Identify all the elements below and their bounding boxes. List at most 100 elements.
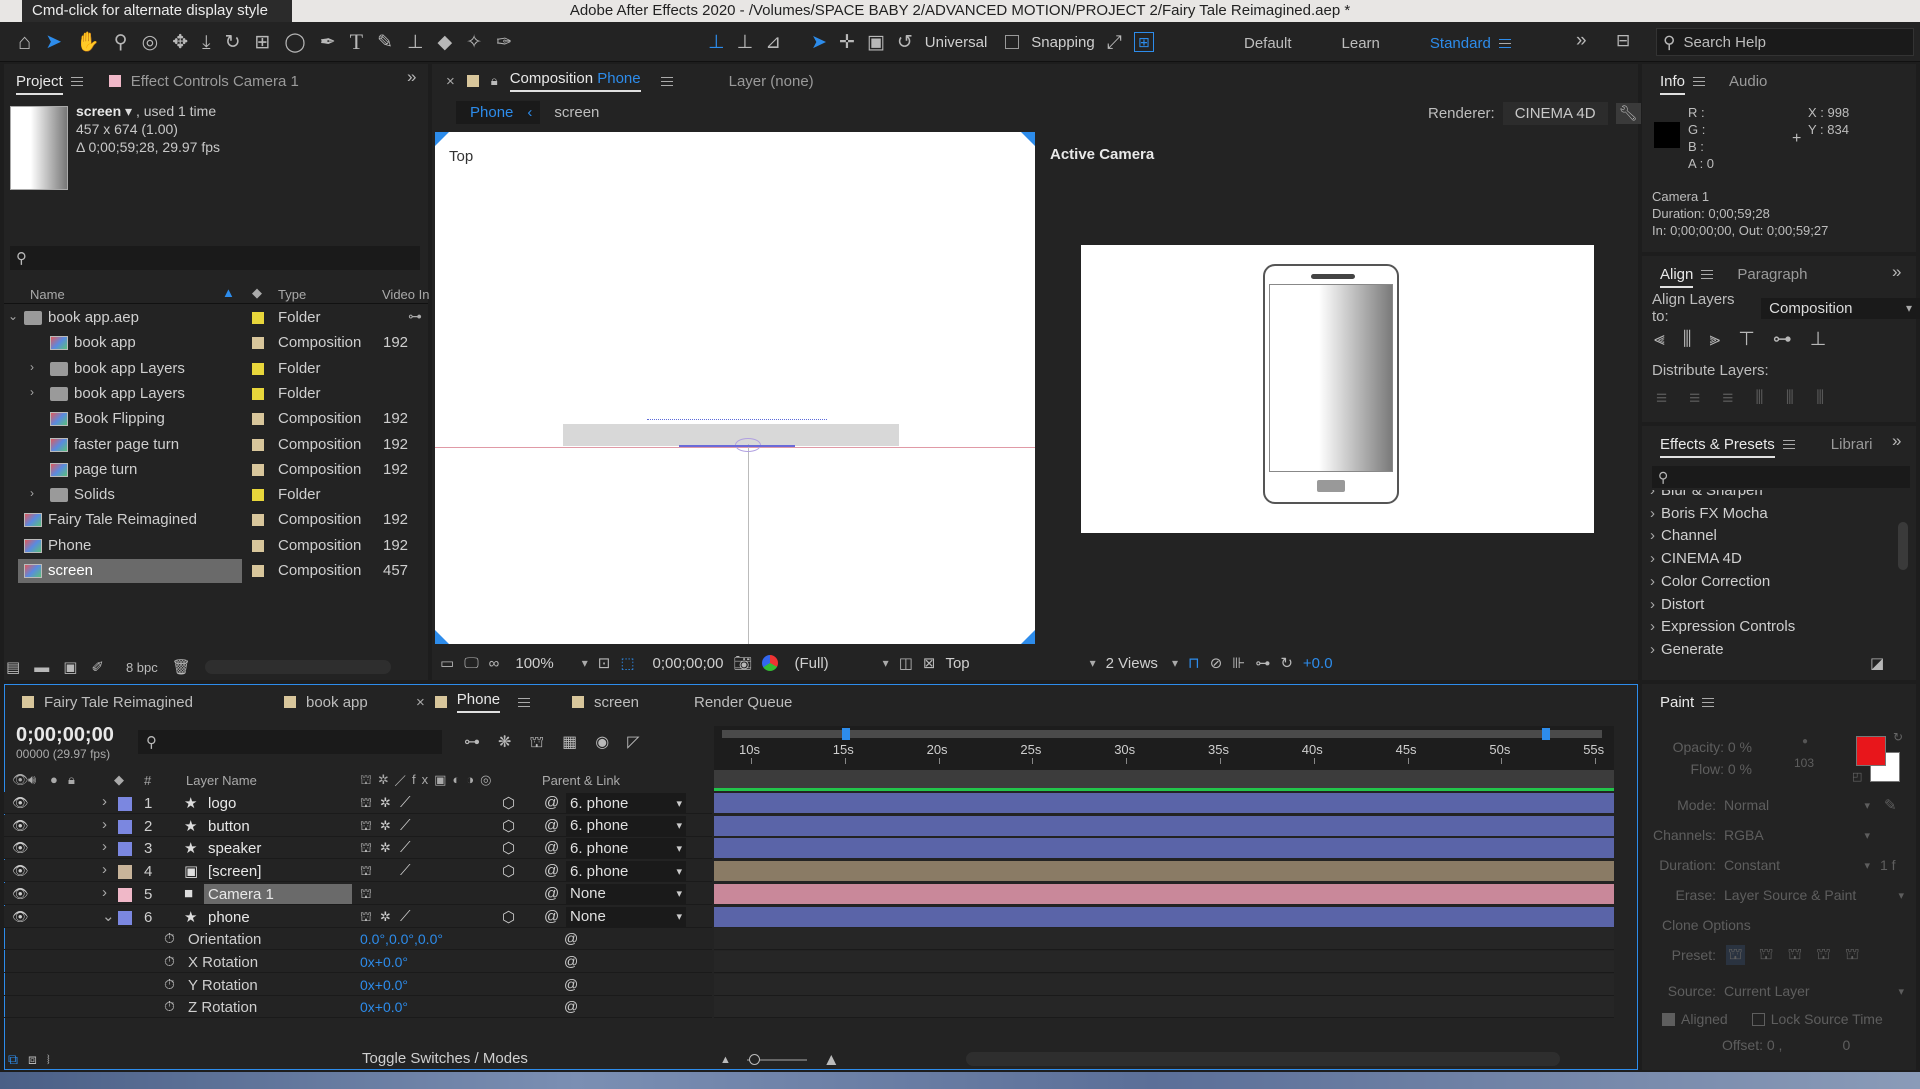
top-view-viewer[interactable]: Top	[435, 132, 1035, 644]
rotation-tool-icon[interactable]: ↻	[225, 33, 241, 52]
move-icon[interactable]: ✛	[839, 33, 855, 52]
align-top-icon[interactable]: ⊤	[1738, 330, 1755, 349]
local-axis-icon[interactable]: ⊥	[708, 33, 725, 52]
project-item[interactable]: Phone Composition 192	[4, 534, 428, 558]
layer-property-row[interactable]: ⏱︎ Orientation 0.0°,0.0°,0.0° @	[4, 928, 1640, 951]
foreground-color-swatch[interactable]	[1856, 736, 1886, 766]
tab-composition[interactable]: Composition Phone	[509, 70, 641, 92]
project-search[interactable]: ⚲	[10, 246, 420, 270]
search-help-box[interactable]: ⚲ Search Help	[1656, 28, 1914, 56]
distribute-top-icon[interactable]: ≡	[1656, 389, 1667, 408]
twirl-open-icon[interactable]: ⌄	[8, 309, 18, 323]
col-type[interactable]: Type	[278, 287, 306, 302]
project-menu-icon[interactable]	[70, 77, 83, 87]
paint-opacity[interactable]: Opacity: 0 %	[1666, 736, 1752, 758]
visibility-eye-icon[interactable]: 👁︎	[12, 818, 29, 834]
align-bottom-icon[interactable]: ⊥	[1810, 330, 1827, 349]
parent-dropdown[interactable]: None ▾	[566, 883, 686, 904]
label-color-swatch[interactable]	[252, 565, 264, 577]
stopwatch-icon[interactable]: ⏱︎	[164, 930, 175, 947]
tab-effect-controls[interactable]: Effect Controls Camera 1	[108, 73, 299, 90]
shy-switch-icon[interactable]: ⛫	[360, 840, 372, 858]
work-area-start[interactable]	[842, 728, 850, 740]
workspace-panel-icon[interactable]: ⊟	[1616, 32, 1630, 49]
effects-scrollbar[interactable]	[1898, 522, 1908, 570]
twirl-closed-icon[interactable]: ›	[102, 793, 107, 810]
3d-layer-icon[interactable]: ⬡	[502, 908, 515, 926]
shy-switch-icon[interactable]: ⛫	[360, 863, 372, 881]
snap-feature-icon[interactable]: ⤢	[1107, 33, 1122, 52]
workspace-menu-icon[interactable]	[1498, 39, 1511, 49]
timeline-layer-row[interactable]: 👁︎ › 4 ▣ [screen] ⛫ ⟋ ⬡ @6. phone ▾	[4, 860, 1640, 883]
project-item[interactable]: ⌄ book app.aep Folder ⊶	[4, 306, 428, 330]
align-expand-icon[interactable]: »	[1892, 263, 1901, 280]
layer-label-swatch[interactable]	[118, 865, 132, 880]
timeline-tab[interactable]: book app	[284, 694, 430, 711]
shy-layers-icon[interactable]: ⛫	[529, 735, 544, 751]
3d-layer-icon[interactable]: ⬡	[502, 862, 515, 880]
paint-duration-dropdown[interactable]: Constant ▾	[1724, 857, 1870, 873]
comp-mini-flowchart-icon[interactable]: ⊶	[464, 735, 480, 751]
timeline-panel-icon[interactable]: ⊪	[1232, 656, 1245, 671]
dolly-camera-icon[interactable]: ⤓	[202, 33, 210, 52]
effect-category[interactable]: › Boris FX Mocha	[1650, 505, 1768, 527]
paint-source-dropdown[interactable]: Current Layer ▾	[1724, 983, 1904, 999]
layer-duration-bar[interactable]	[714, 861, 1614, 882]
layer-name[interactable]: logo	[208, 795, 236, 812]
timeline-layer-row[interactable]: 👁︎ › 3 ★ speaker ⛫ ✲ ⟋ ⬡ @6. phone ▾	[4, 837, 1640, 860]
phone-layer-top-view[interactable]	[563, 424, 899, 446]
pick-whip-icon[interactable]: @	[544, 885, 559, 902]
align-right-icon[interactable]: ⫸	[1709, 330, 1720, 349]
project-item[interactable]: faster page turn Composition 192	[4, 433, 428, 457]
property-pick-whip-icon[interactable]: @	[564, 976, 578, 992]
project-item[interactable]: › Solids Folder	[4, 483, 428, 507]
paint-offset-y[interactable]: 0	[1842, 1037, 1850, 1053]
reset-exposure-icon[interactable]: ↻	[1280, 656, 1293, 671]
timeline-layer-row[interactable]: 👁︎ › 2 ★ button ⛫ ✲ ⟋ ⬡ @6. phone ▾	[4, 814, 1640, 837]
pick-whip-icon[interactable]: @	[544, 862, 559, 879]
draft-3d-toggle-icon[interactable]: ❋	[498, 735, 511, 751]
distribute-hcenter-icon[interactable]: ⦀	[1786, 389, 1794, 408]
twirl-closed-icon[interactable]: ›	[102, 884, 107, 901]
flowchart-icon[interactable]: ⊶	[1255, 656, 1270, 671]
pan-camera-icon[interactable]: ✥	[172, 33, 188, 52]
visibility-eye-icon[interactable]: 👁︎	[12, 863, 29, 879]
timeline-tab[interactable]: × Phone	[416, 691, 572, 713]
motion-blur-icon[interactable]: ◉	[595, 735, 609, 751]
property-value[interactable]: 0x+0.0°	[360, 977, 408, 993]
tab-paragraph[interactable]: Paragraph	[1737, 266, 1807, 283]
project-item[interactable]: screen Composition 457	[4, 559, 428, 583]
timeline-search[interactable]: ⚲	[138, 730, 442, 754]
viewer-timecode[interactable]: 0;00;00;00	[653, 655, 724, 672]
timeline-tab[interactable]: Render Queue	[694, 694, 814, 711]
align-vertical-center-icon[interactable]: ⊶	[1773, 330, 1792, 349]
3d-layer-icon[interactable]: ⬡	[502, 794, 515, 812]
aligned-checkbox[interactable]	[1662, 1012, 1675, 1026]
region-of-interest-icon[interactable]: ⬚	[620, 656, 634, 671]
col-video-in[interactable]: Video In	[382, 287, 429, 302]
timeline-layer-row[interactable]: 👁︎ › 5 ■ Camera 1 ⛫ @ None ▾	[4, 882, 1640, 905]
distribute-bottom-icon[interactable]: ≡	[1722, 389, 1733, 408]
tab-audio[interactable]: Audio	[1729, 73, 1767, 90]
zoom-tool-icon[interactable]: ⚲	[114, 33, 128, 52]
brush-tool-icon[interactable]: ✎	[377, 33, 393, 52]
project-expand-icon[interactable]: »	[407, 68, 416, 85]
snapshot-icon[interactable]: 📷︎	[733, 656, 752, 671]
3d-layer-icon[interactable]: ⬡	[502, 839, 515, 857]
reset-colors-icon[interactable]: ◰	[1852, 770, 1862, 783]
workspace-learn[interactable]: Learn	[1342, 35, 1380, 52]
swap-colors-icon[interactable]: ↻	[1893, 730, 1903, 744]
label-color-swatch[interactable]	[252, 539, 264, 552]
flowchart-icon[interactable]: ⊶	[408, 308, 422, 325]
paint-erase-dropdown[interactable]: Layer Source & Paint ▾	[1724, 887, 1904, 903]
label-color-swatch[interactable]	[252, 463, 264, 476]
align-menu-icon[interactable]	[1701, 270, 1714, 280]
show-channel-icon[interactable]	[762, 655, 779, 671]
project-item[interactable]: book app Composition 192	[4, 331, 428, 355]
project-item[interactable]: page turn Composition 192	[4, 458, 428, 482]
layer-duration-bar[interactable]	[714, 838, 1614, 859]
parent-dropdown[interactable]: 6. phone ▾	[566, 793, 686, 813]
clone-stamp-icon[interactable]: ⊥	[407, 33, 424, 52]
layer-name[interactable]: Camera 1	[208, 886, 274, 903]
effect-category[interactable]: › Distort	[1650, 596, 1704, 618]
